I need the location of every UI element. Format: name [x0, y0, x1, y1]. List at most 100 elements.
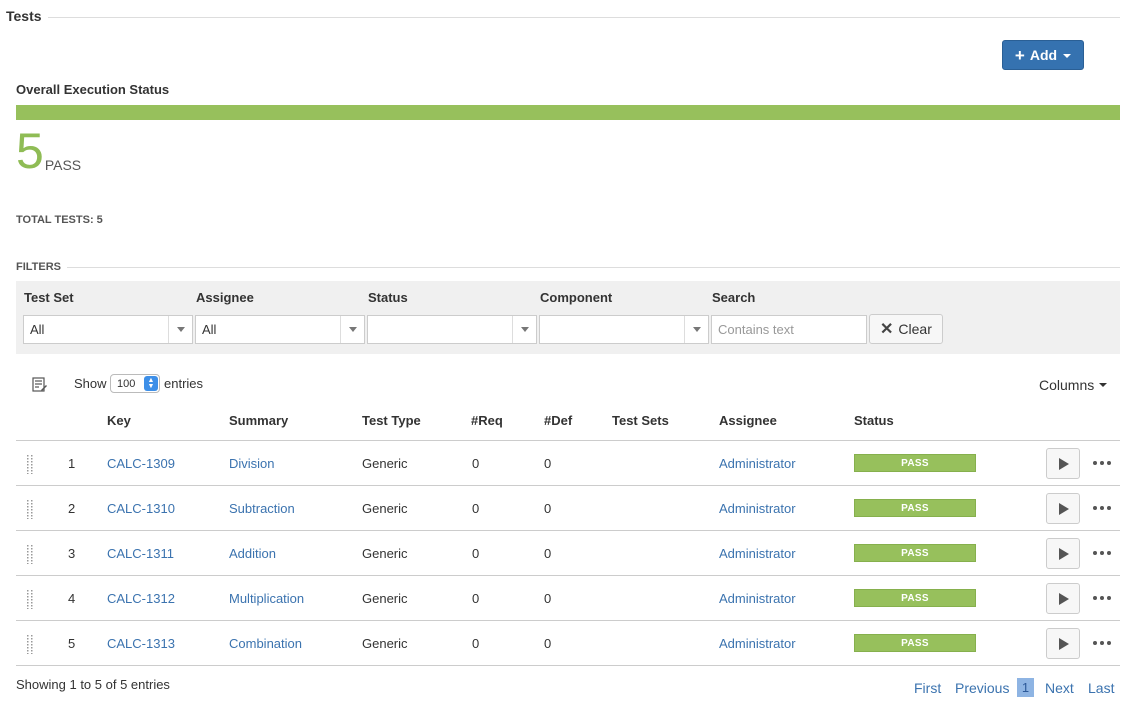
execution-progress-bar: [16, 105, 1120, 120]
filters-header: FILTERS: [16, 260, 1120, 274]
status-select[interactable]: [367, 315, 537, 344]
column-header-status[interactable]: Status: [854, 413, 894, 428]
component-select[interactable]: [539, 315, 709, 344]
test-key-link[interactable]: CALC-1309: [107, 456, 175, 471]
more-actions-icon[interactable]: [1093, 545, 1111, 561]
drag-handle-icon[interactable]: [26, 454, 34, 474]
column-header-req[interactable]: #Req: [471, 413, 503, 428]
pass-count-label: PASS: [44, 157, 82, 173]
table-row: 2 CALC-1310 Subtraction Generic 0 0 Administra…: [16, 486, 1120, 531]
section-header: Tests: [6, 6, 1120, 26]
edit-list-icon[interactable]: [32, 377, 47, 392]
test-summary-link[interactable]: Multiplication: [229, 591, 304, 606]
pagination-next[interactable]: Next: [1045, 680, 1074, 696]
pagination-current-page[interactable]: 1: [1017, 678, 1034, 697]
assignee-link[interactable]: Administrator: [719, 546, 796, 561]
column-header-assignee[interactable]: Assignee: [719, 413, 777, 428]
column-header-test-sets[interactable]: Test Sets: [612, 413, 669, 428]
test-summary-link[interactable]: Subtraction: [229, 501, 295, 516]
test-key-link[interactable]: CALC-1312: [107, 591, 175, 606]
execute-test-button[interactable]: [1046, 493, 1080, 524]
execute-test-button[interactable]: [1046, 538, 1080, 569]
assignee-link[interactable]: Administrator: [719, 501, 796, 516]
assignee-link[interactable]: Administrator: [719, 591, 796, 606]
show-label: Show: [74, 376, 107, 391]
requirements-count: 0: [472, 501, 480, 516]
test-summary-link[interactable]: Division: [229, 456, 275, 471]
test-summary-link[interactable]: Addition: [229, 546, 276, 561]
execution-status-title: Overall Execution Status: [16, 82, 170, 97]
assignee-link[interactable]: Administrator: [719, 636, 796, 651]
defects-count: 0: [544, 636, 552, 651]
assignee-label: Assignee: [196, 290, 254, 305]
columns-button[interactable]: Columns: [1039, 377, 1108, 393]
pagination: First Previous 1 Next Last: [0, 678, 1138, 697]
status-badge: PASS: [854, 544, 976, 562]
more-actions-icon[interactable]: [1093, 590, 1111, 606]
status-badge: PASS: [854, 634, 976, 652]
table-row: 3 CALC-1311 Addition Generic 0 0 Administrator…: [16, 531, 1120, 576]
play-icon: [1059, 457, 1069, 470]
pagination-first[interactable]: First: [914, 680, 941, 696]
chevron-down-icon: [340, 316, 364, 343]
test-key-link[interactable]: CALC-1311: [107, 546, 174, 561]
defects-count: 0: [544, 456, 552, 471]
status-badge: PASS: [854, 454, 976, 472]
more-actions-icon[interactable]: [1093, 635, 1111, 651]
requirements-count: 0: [472, 636, 480, 651]
chevron-down-icon: [168, 316, 192, 343]
more-actions-icon[interactable]: [1093, 455, 1111, 471]
requirements-count: 0: [472, 456, 480, 471]
column-header-def[interactable]: #Def: [544, 413, 572, 428]
stepper-icon: ▲ ▼: [144, 376, 158, 391]
chevron-down-icon: [684, 316, 708, 343]
entries-per-page-select[interactable]: 100 ▲ ▼: [110, 374, 160, 393]
table-header: Key Summary Test Type #Req #Def Test Set…: [16, 400, 1120, 441]
row-index: 1: [68, 456, 76, 471]
pagination-previous[interactable]: Previous: [955, 680, 1009, 696]
test-type: Generic: [362, 501, 408, 516]
play-icon: [1059, 637, 1069, 650]
test-type: Generic: [362, 591, 408, 606]
play-icon: [1059, 592, 1069, 605]
status-badge: PASS: [854, 589, 976, 607]
row-index: 5: [68, 636, 76, 651]
test-summary-link[interactable]: Combination: [229, 636, 302, 651]
table-row: 4 CALC-1312 Multiplication Generic 0 0 Adminis…: [16, 576, 1120, 621]
column-header-key[interactable]: Key: [107, 413, 131, 428]
column-header-summary[interactable]: Summary: [229, 413, 288, 428]
entries-label: entries: [164, 376, 204, 391]
search-input[interactable]: [711, 315, 867, 344]
drag-handle-icon[interactable]: [26, 499, 34, 519]
assignee-select[interactable]: All: [195, 315, 365, 344]
column-header-test-type[interactable]: Test Type: [362, 413, 421, 428]
execute-test-button[interactable]: [1046, 583, 1080, 614]
execution-progress-fill: [16, 105, 1120, 120]
defects-count: 0: [544, 546, 552, 561]
row-index: 2: [68, 501, 76, 516]
assignee-link[interactable]: Administrator: [719, 456, 796, 471]
assignee-value: All: [202, 322, 217, 337]
pass-count-number: 5: [16, 123, 44, 179]
more-actions-icon[interactable]: [1093, 500, 1111, 516]
execute-test-button[interactable]: [1046, 628, 1080, 659]
pass-count: 5 PASS: [16, 126, 81, 176]
drag-handle-icon[interactable]: [26, 544, 34, 564]
test-key-link[interactable]: CALC-1313: [107, 636, 175, 651]
row-index: 3: [68, 546, 76, 561]
drag-handle-icon[interactable]: [26, 589, 34, 609]
execute-test-button[interactable]: [1046, 448, 1080, 479]
defects-count: 0: [544, 591, 552, 606]
play-icon: [1059, 502, 1069, 515]
test-key-link[interactable]: CALC-1310: [107, 501, 175, 516]
test-type: Generic: [362, 636, 408, 651]
chevron-down-icon: [1099, 383, 1108, 387]
test-set-label: Test Set: [24, 290, 74, 305]
add-button[interactable]: + Add: [1002, 40, 1084, 70]
requirements-count: 0: [472, 546, 480, 561]
drag-handle-icon[interactable]: [26, 634, 34, 654]
pagination-last[interactable]: Last: [1088, 680, 1114, 696]
clear-filters-button[interactable]: ✕ Clear: [869, 314, 943, 344]
total-tests: TOTAL TESTS: 5: [16, 214, 103, 226]
test-set-select[interactable]: All: [23, 315, 193, 344]
